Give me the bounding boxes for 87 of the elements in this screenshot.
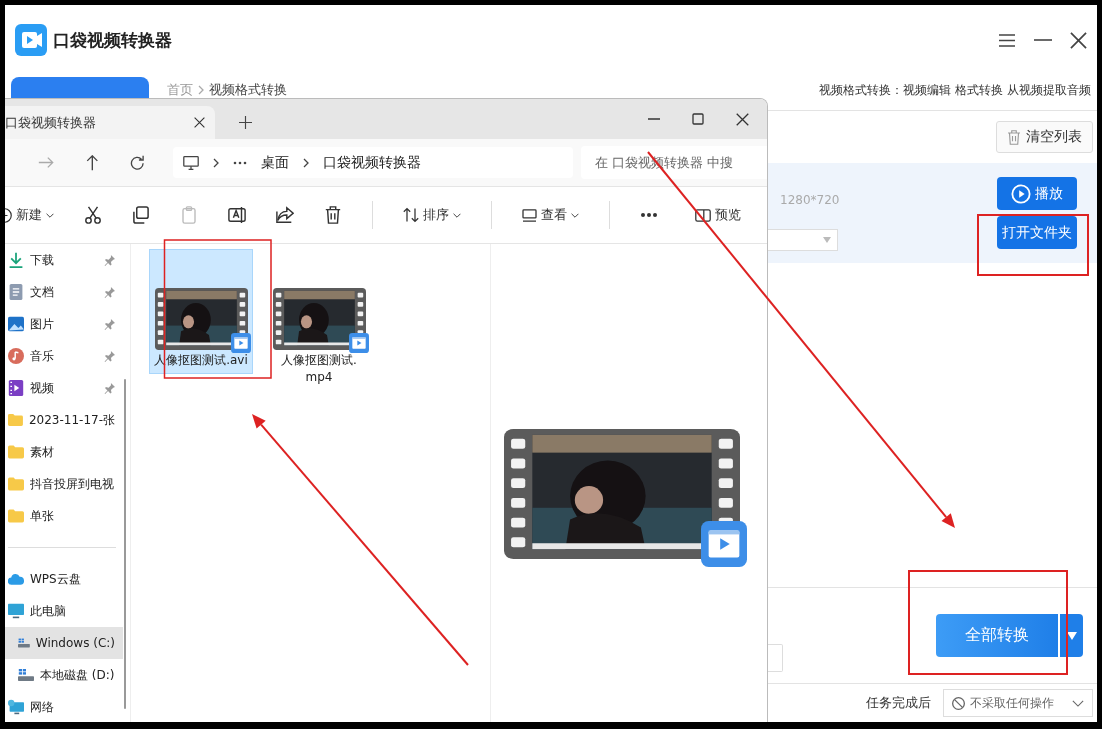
convert-options-button[interactable] xyxy=(1060,614,1083,657)
chevron-down-icon xyxy=(46,212,54,218)
nav-item[interactable]: 抖音投屏到电视 xyxy=(5,468,123,500)
nav-item[interactable]: WPS云盘 xyxy=(5,563,123,595)
after-task-select[interactable]: 不采取任何操作 xyxy=(943,689,1093,717)
explorer-tab[interactable]: 口袋视频转换器 xyxy=(5,106,215,139)
trash-icon xyxy=(1007,129,1021,145)
chevron-icon xyxy=(212,157,219,168)
app-logo-icon xyxy=(15,24,47,56)
delete-icon xyxy=(324,206,342,224)
toolbar-button[interactable] xyxy=(228,206,246,224)
view-icon xyxy=(522,208,537,222)
video-icon xyxy=(8,380,24,396)
toolbar-menu[interactable]: 查看 xyxy=(522,206,579,224)
header-links: 视频格式转换：视频编辑 格式转换 从视频提取音频 xyxy=(819,83,1091,97)
image-icon xyxy=(8,316,24,332)
download-icon xyxy=(8,252,24,268)
toolbar-button[interactable] xyxy=(132,206,150,224)
app-title: 口袋视频转换器 xyxy=(53,28,172,52)
cloud-icon xyxy=(8,572,24,586)
toolbar-button[interactable] xyxy=(84,206,102,224)
play-button[interactable]: 播放 xyxy=(997,177,1077,210)
toolbar-button[interactable] xyxy=(276,206,294,224)
up-icon[interactable] xyxy=(85,154,99,171)
nav-item[interactable]: 下载 xyxy=(5,244,123,276)
address-bar[interactable]: 桌面 口袋视频转换器 xyxy=(172,147,573,178)
folder-icon xyxy=(8,508,24,524)
caret-icon xyxy=(823,237,831,243)
nav-item[interactable]: 此电脑 xyxy=(5,595,123,627)
nav-item[interactable]: 本地磁盘 (D:) xyxy=(5,659,123,691)
paste-icon xyxy=(180,206,198,224)
chevron-icon xyxy=(302,157,309,168)
open-folder-button[interactable]: 打开文件夹 xyxy=(997,216,1077,249)
nav-item[interactable]: 素材 xyxy=(5,436,123,468)
prohibited-icon xyxy=(952,696,965,710)
music-icon xyxy=(8,348,24,364)
close-icon[interactable] xyxy=(194,117,205,128)
file-item[interactable]: 人像抠图测试.mp4 xyxy=(267,249,371,391)
play-icon xyxy=(1011,183,1031,204)
toolbar-menu[interactable]: 新建 xyxy=(5,206,54,224)
plus-icon[interactable] xyxy=(239,116,252,129)
video-badge-icon xyxy=(230,333,251,353)
document-icon xyxy=(8,284,24,300)
after-task-label: 任务完成后 xyxy=(866,694,931,712)
drive-icon xyxy=(18,636,30,650)
preview-button[interactable]: 预览 xyxy=(695,206,741,224)
chevron-down-icon xyxy=(571,212,579,218)
preview-pane-icon xyxy=(695,208,711,222)
computer-icon xyxy=(8,603,24,619)
breadcrumb-item[interactable]: 视频格式转换 xyxy=(209,83,287,97)
share-icon xyxy=(276,206,294,224)
copy-icon xyxy=(132,206,150,224)
resolution-text: 1280*720 xyxy=(780,193,841,207)
nav-item[interactable]: Windows (C:) xyxy=(5,627,123,659)
computer-icon xyxy=(182,154,199,171)
nav-item[interactable]: 2023-11-17-张 xyxy=(5,404,123,436)
refresh-icon[interactable] xyxy=(130,155,145,170)
folder-icon xyxy=(8,412,23,428)
video-badge-icon xyxy=(348,333,369,353)
maximize-icon[interactable] xyxy=(692,113,704,125)
more-icon[interactable] xyxy=(640,212,658,218)
chevron-icon xyxy=(198,85,204,95)
nav-item[interactable]: 音乐 xyxy=(5,340,123,372)
close-icon[interactable] xyxy=(736,112,749,126)
clear-list-button[interactable]: 清空列表 xyxy=(996,121,1093,153)
cut-icon xyxy=(84,206,102,224)
folder-icon xyxy=(8,444,24,460)
toolbar-button[interactable] xyxy=(324,206,342,224)
nav-item[interactable]: 网络 xyxy=(5,691,123,722)
toolbar-menu[interactable]: 排序 xyxy=(403,206,461,224)
nav-item[interactable]: 视频 xyxy=(5,372,123,404)
drive-icon xyxy=(18,668,34,682)
rename-icon xyxy=(228,206,246,224)
close-icon[interactable] xyxy=(1070,31,1087,49)
nav-item[interactable]: 单张 xyxy=(5,500,123,532)
chevron-down-icon xyxy=(1072,699,1084,707)
ellipsis-icon xyxy=(232,160,247,165)
chevron-down-icon xyxy=(453,212,461,218)
nav-item[interactable]: 文档 xyxy=(5,276,123,308)
sort-icon xyxy=(403,207,419,223)
caret-icon xyxy=(1066,631,1077,640)
scrollbar[interactable] xyxy=(124,379,126,709)
video-badge-icon xyxy=(701,521,747,567)
nav-item[interactable]: 图片 xyxy=(5,308,123,340)
network-icon xyxy=(8,699,24,715)
menu-icon[interactable] xyxy=(998,32,1016,48)
folder-icon xyxy=(8,476,24,492)
